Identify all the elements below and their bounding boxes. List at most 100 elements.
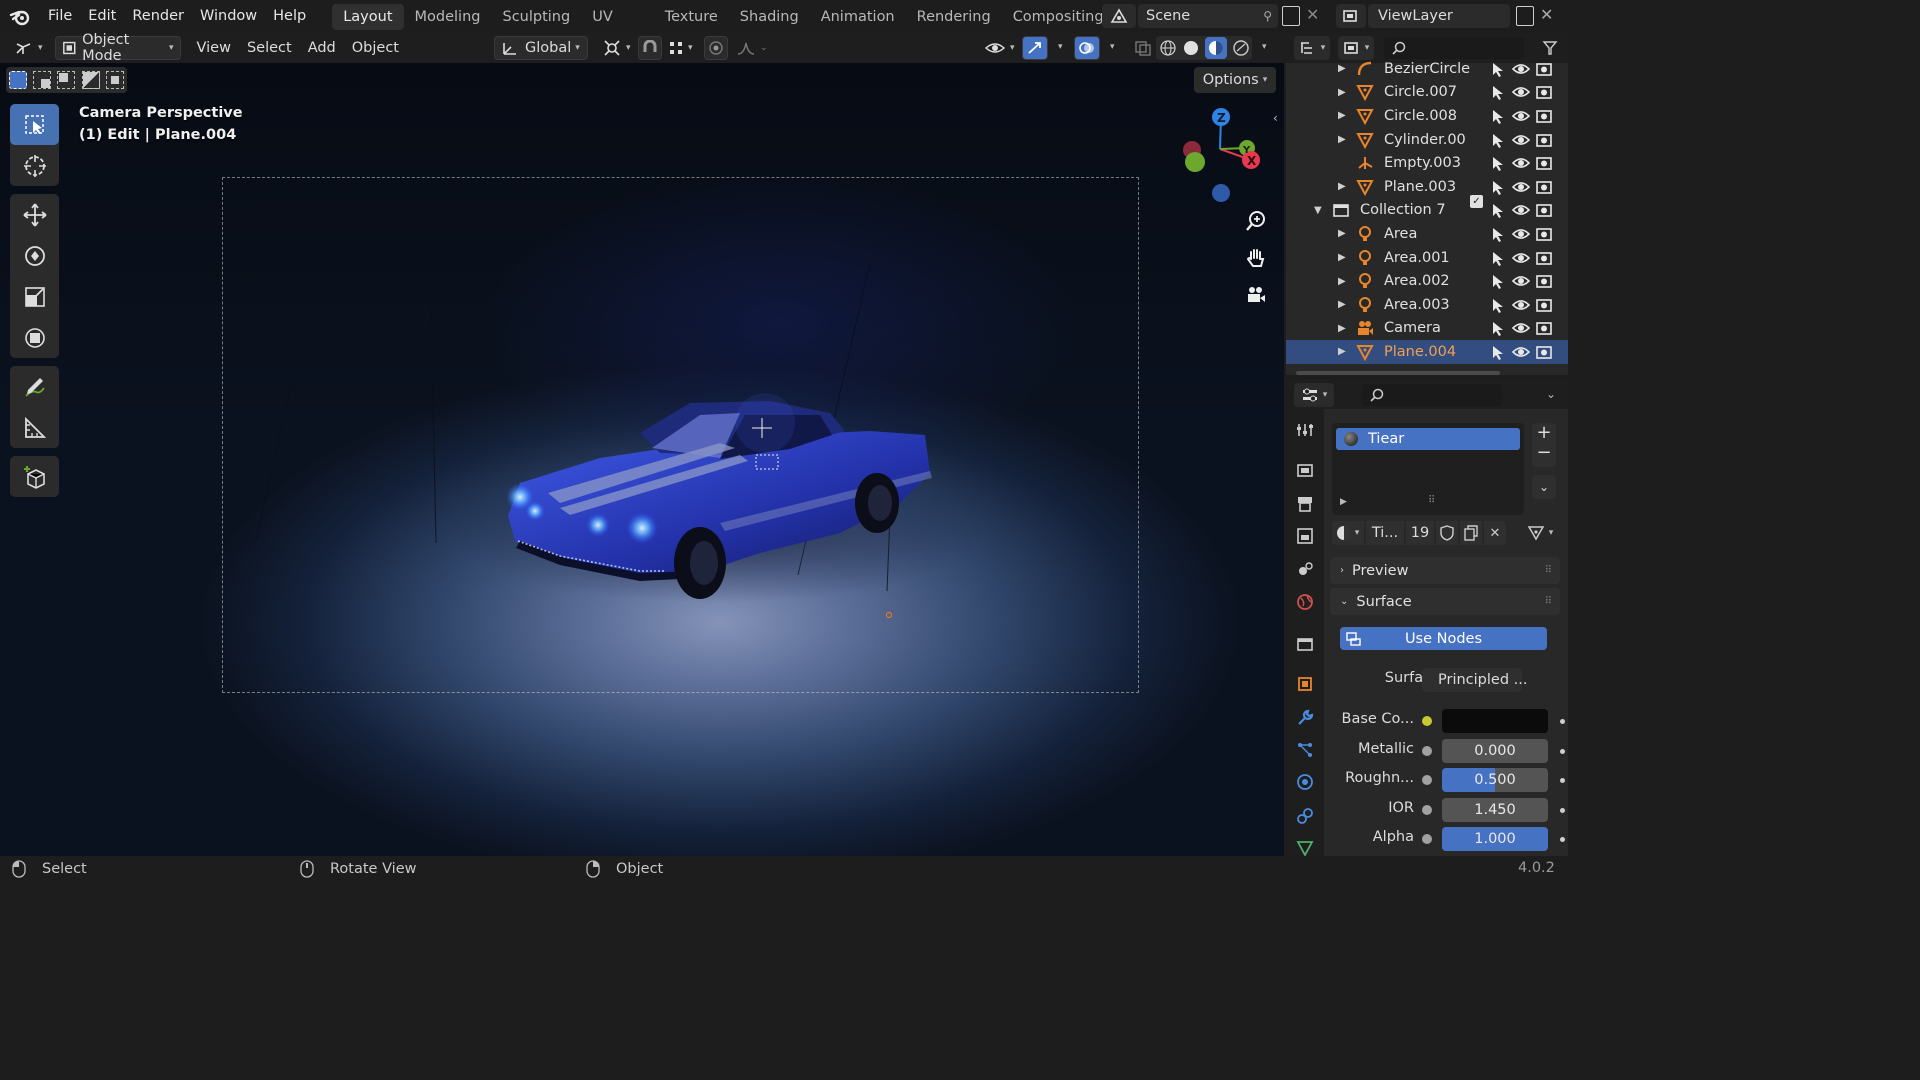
eye-icon[interactable] bbox=[1512, 84, 1530, 100]
view-layer-field[interactable]: ViewLayer bbox=[1368, 4, 1510, 28]
preview-panel-header[interactable]: › Preview ⠿ bbox=[1330, 557, 1560, 584]
outliner-row[interactable]: ▶ Circle.008 bbox=[1286, 104, 1568, 128]
selectable-arrow-icon[interactable] bbox=[1490, 132, 1506, 148]
outliner-row[interactable]: ▶ Circle.007 bbox=[1286, 81, 1568, 105]
selectable-arrow-icon[interactable] bbox=[1490, 250, 1506, 266]
editor-type-button[interactable]: ▾ bbox=[8, 36, 49, 60]
material-browse-button[interactable]: ▾ bbox=[1332, 521, 1364, 545]
input-socket-icon[interactable] bbox=[1422, 804, 1432, 815]
wireframe-shading-icon[interactable] bbox=[1159, 39, 1177, 57]
camera-view-button[interactable] bbox=[1240, 279, 1272, 311]
eye-icon[interactable] bbox=[1512, 155, 1530, 171]
snap-toggle[interactable] bbox=[638, 36, 662, 60]
tab-particles[interactable] bbox=[1292, 737, 1318, 763]
render-camera-icon[interactable] bbox=[1536, 61, 1552, 77]
keyframe-dot-icon[interactable] bbox=[1560, 837, 1565, 842]
xray-toggle[interactable] bbox=[1128, 36, 1158, 60]
tool-select-box[interactable] bbox=[10, 104, 59, 145]
tool-transform[interactable] bbox=[10, 317, 59, 358]
pin-icon[interactable]: ⚲ bbox=[1263, 9, 1272, 23]
input-socket-icon[interactable] bbox=[1422, 775, 1432, 785]
render-camera-icon[interactable] bbox=[1536, 297, 1552, 313]
transform-orientation-selector[interactable]: Global ▾ bbox=[494, 36, 588, 60]
proportional-edit-toggle[interactable] bbox=[704, 36, 728, 60]
input-socket-icon[interactable] bbox=[1422, 716, 1432, 726]
surface-drag-handle[interactable]: ⠿ bbox=[1545, 596, 1552, 607]
outliner-row[interactable]: Empty.003 bbox=[1286, 151, 1568, 175]
blender-logo-icon[interactable] bbox=[0, 7, 40, 27]
surface-shader-selector[interactable]: Principled ... bbox=[1422, 668, 1527, 692]
tab-shading[interactable]: Shading bbox=[729, 4, 810, 30]
selectable-arrow-icon[interactable] bbox=[1490, 297, 1506, 313]
render-camera-icon[interactable] bbox=[1536, 320, 1552, 336]
3d-viewport[interactable]: Camera Perspective (1) Edit | Plane.004 … bbox=[0, 63, 1284, 856]
eye-icon[interactable] bbox=[1512, 61, 1530, 77]
outliner-row[interactable]: ▶ Area.001 bbox=[1286, 246, 1568, 270]
pivot-point-button[interactable]: ▾ bbox=[596, 36, 637, 60]
delete-scene-icon[interactable]: ✕ bbox=[1306, 5, 1319, 24]
new-scene-button[interactable] bbox=[1282, 6, 1300, 26]
numeric-field[interactable]: 1.000 bbox=[1442, 827, 1548, 851]
selectable-arrow-icon[interactable] bbox=[1490, 108, 1506, 124]
tab-modeling[interactable]: Modeling bbox=[404, 4, 492, 30]
select-intersect-icon[interactable] bbox=[105, 71, 124, 89]
render-camera-icon[interactable] bbox=[1536, 155, 1552, 171]
falloff-button[interactable]: ⌄ bbox=[730, 36, 774, 60]
keyframe-dot-icon[interactable] bbox=[1560, 719, 1565, 724]
tool-annotate[interactable] bbox=[10, 366, 59, 407]
menu-view[interactable]: View bbox=[191, 36, 237, 60]
keyframe-dot-icon[interactable] bbox=[1560, 807, 1565, 813]
expand-arrow-icon[interactable]: ▶ bbox=[1338, 299, 1346, 310]
tool-move[interactable] bbox=[10, 194, 59, 235]
outliner-scrollbar[interactable] bbox=[1296, 371, 1500, 375]
gizmo-toggle[interactable] bbox=[1022, 36, 1048, 60]
selectable-arrow-icon[interactable] bbox=[1490, 84, 1506, 101]
shading-dropdown-icon[interactable]: ▾ bbox=[1262, 42, 1267, 52]
outliner-row[interactable]: ▼ Collection 7 ✓ bbox=[1286, 195, 1568, 223]
slot-specials-button[interactable]: ⌄ bbox=[1532, 475, 1556, 499]
tool-measure[interactable] bbox=[10, 407, 59, 448]
tab-sculpting[interactable]: Sculpting bbox=[491, 4, 581, 30]
tab-compositing[interactable]: Compositing bbox=[1002, 4, 1113, 30]
render-camera-icon[interactable] bbox=[1536, 132, 1552, 148]
selectable-arrow-icon[interactable] bbox=[1490, 155, 1506, 172]
slot-resize-handle[interactable]: ⠿ bbox=[1428, 495, 1435, 506]
menu-edit[interactable]: Edit bbox=[80, 0, 124, 33]
rendered-shading-icon[interactable] bbox=[1232, 39, 1250, 57]
options-button[interactable]: Options ▾ bbox=[1194, 67, 1276, 93]
tab-collection[interactable] bbox=[1292, 631, 1318, 657]
menu-select[interactable]: Select bbox=[241, 36, 298, 60]
zoom-button[interactable] bbox=[1240, 205, 1272, 237]
material-name-field[interactable]: Ti... bbox=[1366, 521, 1404, 545]
keyframe-dot-icon[interactable] bbox=[1560, 748, 1565, 754]
surface-panel-header[interactable]: ⌄ Surface ⠿ bbox=[1330, 588, 1560, 615]
overlays-dropdown-icon[interactable]: ▾ bbox=[1110, 42, 1115, 52]
outliner-row[interactable]: ▶ Camera bbox=[1286, 317, 1568, 341]
exclude-checkbox[interactable]: ✓ bbox=[1470, 195, 1483, 209]
render-camera-icon[interactable] bbox=[1536, 250, 1552, 266]
menu-help[interactable]: Help bbox=[265, 0, 314, 33]
numeric-field[interactable]: 0.500 bbox=[1442, 768, 1548, 792]
new-view-layer-button[interactable] bbox=[1516, 6, 1534, 26]
selectable-arrow-icon[interactable] bbox=[1490, 344, 1506, 360]
selectable-arrow-icon[interactable] bbox=[1490, 273, 1506, 290]
material-link-button[interactable]: ▾ bbox=[1522, 521, 1558, 545]
expand-arrow-icon[interactable]: ▶ bbox=[1338, 63, 1346, 74]
select-subtract-icon[interactable] bbox=[57, 71, 76, 89]
expand-arrow-icon[interactable]: ▶ bbox=[1338, 228, 1346, 239]
outliner-row[interactable]: ▶ Area.003 bbox=[1286, 293, 1568, 317]
selectable-arrow-icon[interactable] bbox=[1490, 320, 1506, 337]
menu-render[interactable]: Render bbox=[124, 0, 192, 33]
collapse-arrow-icon[interactable]: ▼ bbox=[1314, 205, 1322, 216]
gizmo-dropdown-icon[interactable]: ▾ bbox=[1058, 42, 1063, 52]
selectable-arrow-icon[interactable] bbox=[1490, 179, 1506, 195]
tab-world[interactable] bbox=[1292, 589, 1318, 615]
tab-modifiers[interactable] bbox=[1292, 705, 1318, 731]
tab-uv-editing[interactable]: UV Editing bbox=[581, 4, 654, 30]
outliner-row[interactable]: ▶ Plane.003 bbox=[1286, 175, 1568, 199]
eye-icon[interactable] bbox=[1512, 202, 1530, 218]
selectable-arrow-icon[interactable] bbox=[1490, 202, 1506, 219]
tab-animation[interactable]: Animation bbox=[810, 4, 906, 30]
preview-drag-handle[interactable]: ⠿ bbox=[1545, 565, 1552, 576]
delete-view-layer-icon[interactable]: ✕ bbox=[1540, 5, 1553, 24]
